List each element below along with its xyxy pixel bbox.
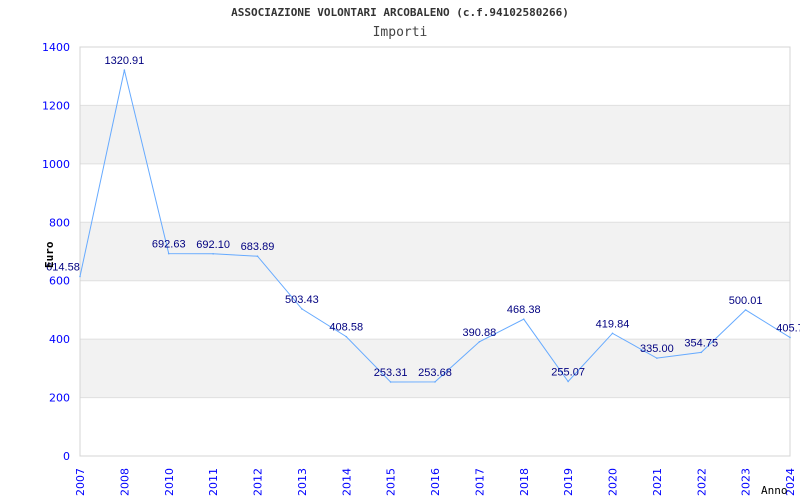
x-tick-label: 2008 [118, 468, 131, 496]
x-axis-label: Anno [761, 484, 788, 497]
data-point [478, 341, 481, 343]
x-tick-label: 2012 [252, 468, 265, 496]
data-point [522, 318, 525, 320]
x-tick-label: 2013 [296, 468, 309, 496]
y-axis-label: Euro [43, 241, 56, 268]
data-point [656, 357, 658, 359]
data-point [744, 309, 747, 311]
y-tick-label: 1400 [42, 41, 70, 54]
data-point [345, 335, 348, 338]
data-point [789, 336, 791, 339]
x-tick-label: 2020 [607, 468, 620, 496]
x-tick-label: 2007 [74, 468, 87, 496]
grid-band [80, 105, 790, 164]
y-tick-label: 1200 [42, 99, 70, 112]
data-point [167, 252, 170, 255]
grid-band [80, 222, 790, 281]
data-point [79, 275, 81, 278]
data-label: 692.10 [196, 239, 230, 251]
data-point [123, 69, 126, 71]
data-label: 253.31 [374, 367, 408, 379]
data-label: 390.88 [463, 327, 497, 339]
x-tick-label: 2010 [163, 468, 176, 496]
y-tick-label: 0 [63, 450, 70, 463]
data-label: 692.63 [152, 239, 186, 251]
data-label: 408.58 [329, 322, 363, 334]
x-tick-label: 2021 [651, 468, 664, 496]
x-tick-label: 2022 [695, 468, 708, 496]
data-label: 335.00 [640, 343, 674, 355]
data-point [567, 380, 569, 383]
x-tick-label: 2016 [429, 468, 442, 496]
data-label: 354.75 [684, 337, 718, 349]
data-label: 255.07 [551, 366, 585, 378]
data-label: 683.89 [241, 241, 275, 253]
data-label: 405.7 [776, 322, 800, 334]
data-label: 503.43 [285, 294, 319, 306]
y-tick-label: 1000 [42, 158, 70, 171]
data-point [256, 255, 259, 258]
x-tick-label: 2017 [473, 468, 486, 496]
x-tick-label: 2014 [340, 468, 353, 496]
x-tick-label: 2019 [562, 468, 575, 496]
y-tick-label: 400 [49, 333, 70, 346]
data-label: 419.84 [596, 318, 630, 330]
data-label: 253.68 [418, 367, 452, 379]
data-point [700, 351, 703, 354]
x-tick-label: 2018 [518, 468, 531, 496]
x-tick-label: 2023 [740, 468, 753, 496]
data-label: 468.38 [507, 304, 541, 316]
line-chart: 0 200 400 600 800 1000 1200 1400 2007 2008 2010 201… [42, 41, 800, 497]
data-point [434, 381, 436, 383]
data-label: 1320.91 [104, 55, 144, 67]
y-tick-label: 800 [49, 216, 70, 229]
x-tick-label: 2015 [385, 468, 398, 496]
y-tick-label: 600 [49, 275, 70, 288]
data-point [212, 253, 214, 255]
data-label: 500.01 [729, 295, 763, 307]
x-tick-label: 2011 [207, 468, 220, 496]
data-point [301, 308, 303, 310]
y-tick-label: 200 [49, 392, 70, 405]
data-point [389, 381, 392, 383]
data-point [611, 332, 614, 335]
